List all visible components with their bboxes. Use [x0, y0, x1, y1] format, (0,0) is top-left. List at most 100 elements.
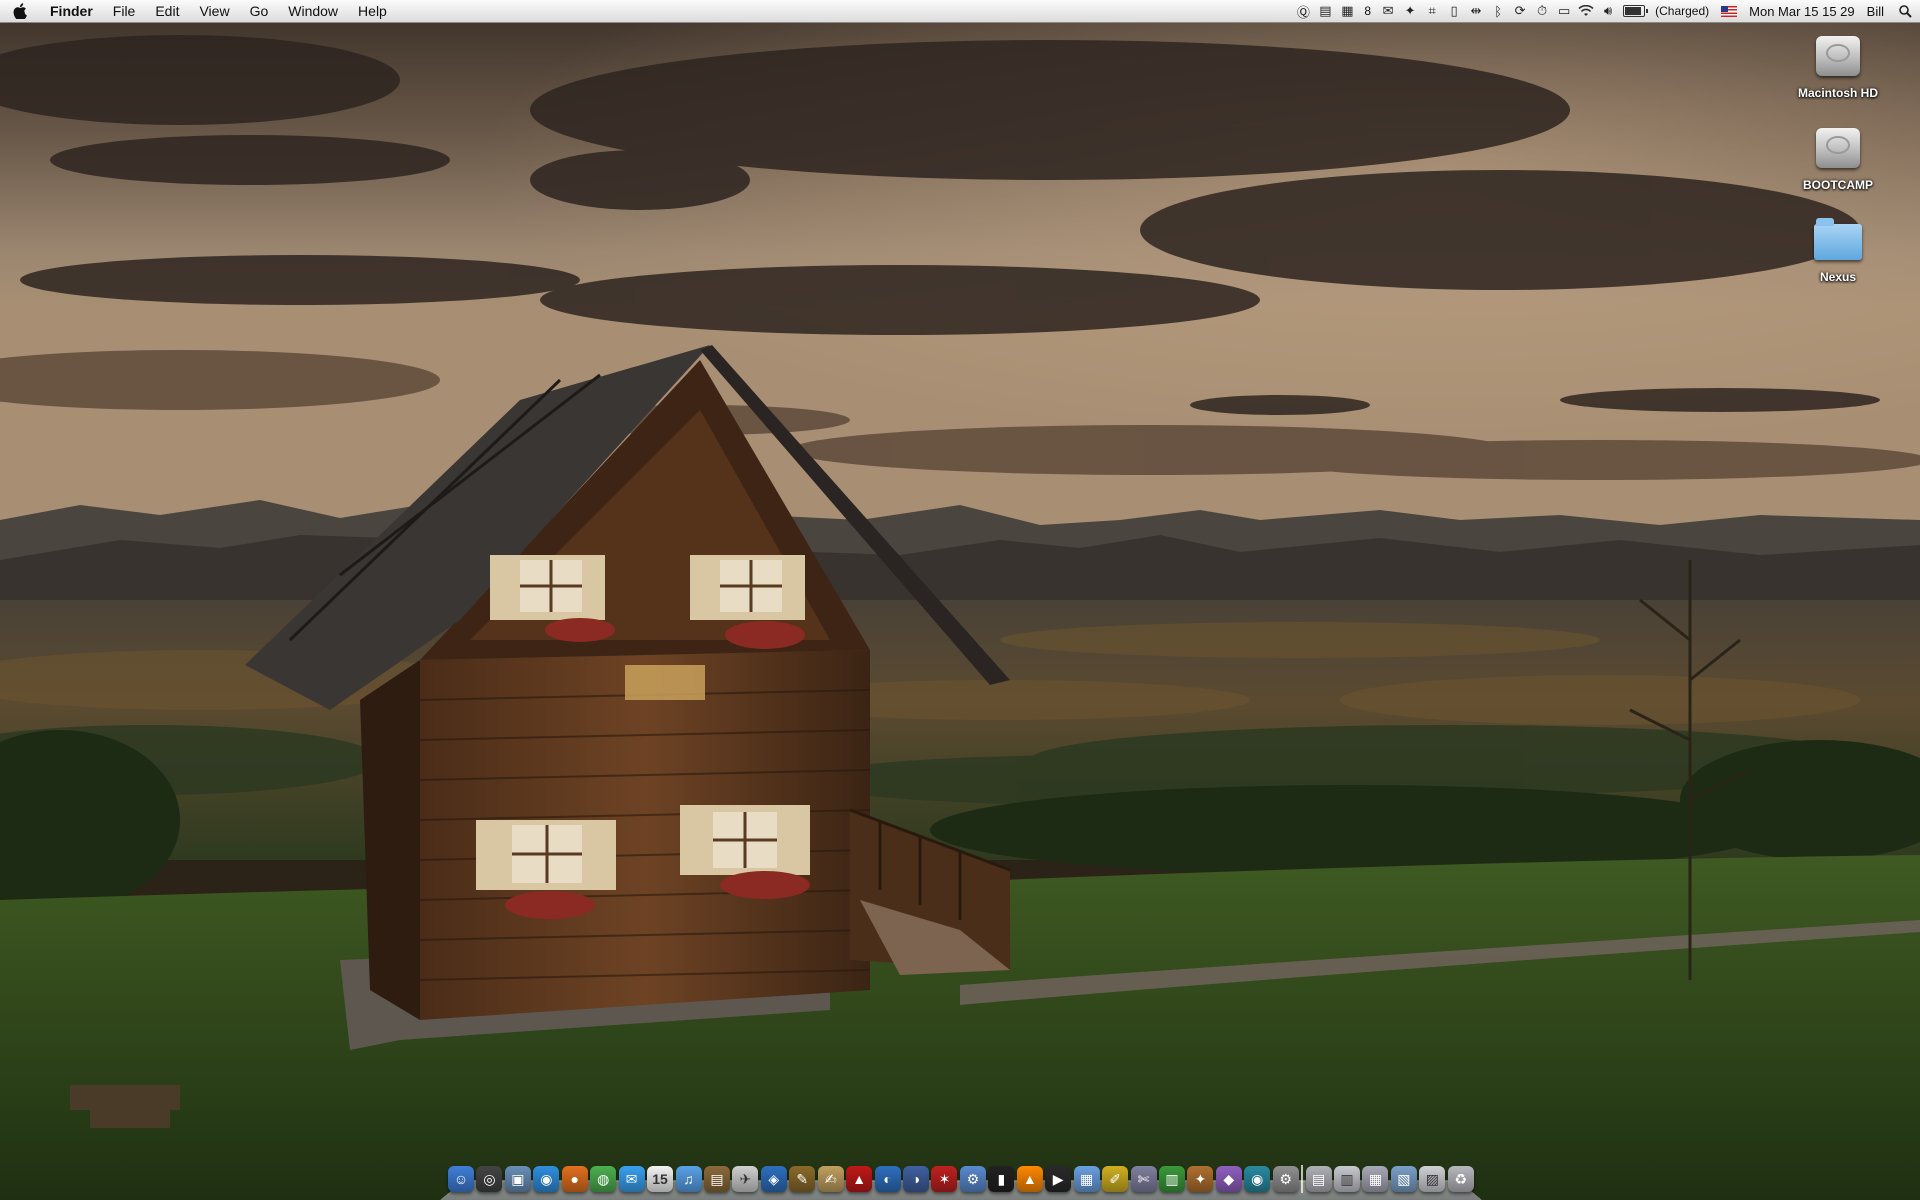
input-source-flag-icon[interactable]: [1721, 5, 1738, 17]
time-machine-icon[interactable]: ⏱: [1531, 0, 1553, 22]
stack-files-icon[interactable]: ▥: [1334, 1166, 1360, 1192]
notes-icon[interactable]: ✐: [1102, 1166, 1129, 1192]
dock-glyph: ▲: [1022, 1171, 1037, 1187]
dock-glyph: ▣: [511, 1170, 525, 1187]
menu-file[interactable]: File: [103, 0, 146, 22]
vlc-cone-icon[interactable]: ▲: [1016, 1166, 1043, 1192]
utility-icon[interactable]: ✎: [789, 1166, 816, 1192]
dock-glyph: ◉: [1251, 1170, 1264, 1187]
dock-glyph: ✄: [1137, 1170, 1150, 1187]
stack-folder-icon[interactable]: ▦: [1362, 1166, 1389, 1192]
menu-clock[interactable]: Mon Mar 15 15 29: [1743, 4, 1861, 19]
ichat-icon[interactable]: ✉: [618, 1166, 645, 1192]
dock-glyph: ✎: [796, 1170, 809, 1187]
earth-icon[interactable]: ◐: [874, 1166, 901, 1192]
dock-icons: ☺ ◎ ▣ ◉ ● ◍ ✉ 15 ♫ ▤ ✈ ◈ ✎ ✍ ▲ ◐ ◑ ✶ ⚙ ▮ ▲ ▶ ▦ ✐ ✄ ▥ ✦ ◆ ◉ ⚙ ▤ ▥ ▦ ▧ ▨ ♻: [448, 1162, 1474, 1196]
status-menus: Ⓠ ▤ ▦ 8 ✉ ✦ ⌗ ▯ ⇹ ᛒ ⟳ ⏱ ▭ 🔊︎ (Charged) M…: [1292, 0, 1920, 22]
dock-glyph: ◆: [1223, 1170, 1235, 1187]
user-menu[interactable]: Bill: [1861, 4, 1890, 19]
dashboard-icon[interactable]: ◎: [476, 1166, 503, 1192]
itunes-icon[interactable]: ♫: [675, 1166, 702, 1192]
tools-icon[interactable]: ✄: [1130, 1166, 1157, 1192]
app-red-icon[interactable]: ✶: [931, 1166, 958, 1192]
desktop-wallpaper: [0, 0, 1920, 1200]
dock-glyph: ⚙: [1279, 1170, 1292, 1187]
volume-icon[interactable]: 🔊︎: [1597, 0, 1619, 22]
desktop-icon-label: BOOTCAMP: [1803, 178, 1873, 192]
monitor-icon[interactable]: ⌗: [1421, 0, 1443, 22]
twitter-bird-icon[interactable]: ✦: [1399, 0, 1421, 22]
menu-edit[interactable]: Edit: [145, 0, 189, 22]
spotlight-search-icon[interactable]: [1890, 0, 1920, 22]
safari-icon[interactable]: ◉: [533, 1166, 560, 1192]
world-icon[interactable]: ◑: [903, 1166, 929, 1192]
prefs-icon[interactable]: ⚙: [1272, 1166, 1299, 1192]
acrobat-icon[interactable]: ▲: [846, 1166, 873, 1192]
wifi-icon[interactable]: [1575, 0, 1597, 22]
desktop-icon-label: Macintosh HD: [1797, 86, 1878, 100]
dock-glyph: ▦: [1080, 1170, 1094, 1187]
dock-toggle-icon[interactable]: ▯: [1443, 0, 1465, 22]
dock-glyph: ▮: [997, 1170, 1006, 1187]
dock-separator: [1301, 1165, 1304, 1193]
dock-glyph: ▶: [1052, 1170, 1064, 1187]
trash-icon[interactable]: ♻: [1447, 1166, 1474, 1192]
ical-icon[interactable]: 15: [647, 1166, 674, 1192]
bluetooth-icon[interactable]: ᛒ: [1487, 0, 1509, 22]
dock-glyph: ✐: [1109, 1170, 1121, 1187]
desktop-icon-label: Nexus: [1819, 270, 1857, 284]
menu-help[interactable]: Help: [348, 0, 397, 22]
movie-icon[interactable]: ▶: [1045, 1166, 1072, 1192]
menu-window[interactable]: Window: [278, 0, 348, 22]
dock-glyph: ◍: [597, 1170, 610, 1187]
hard-drive-icon: [1811, 120, 1865, 174]
dock-glyph: ▥: [1340, 1170, 1354, 1187]
dock-glyph: ♫: [683, 1171, 694, 1187]
document-icon[interactable]: ▦: [1073, 1166, 1100, 1192]
dock-glyph: ✶: [938, 1170, 951, 1187]
folder-icon: [1811, 212, 1865, 266]
apple-icon[interactable]: [0, 3, 40, 19]
battery-icon[interactable]: [1623, 5, 1649, 17]
menu-go[interactable]: Go: [240, 0, 279, 22]
resize-icon[interactable]: ⇹: [1465, 0, 1487, 22]
vlc-icon[interactable]: ◈: [760, 1166, 787, 1192]
calendar-menu-icon[interactable]: ▦: [1336, 0, 1358, 22]
display-icon[interactable]: ▭: [1553, 0, 1575, 22]
dock: ☺ ◎ ▣ ◉ ● ◍ ✉ 15 ♫ ▤ ✈ ◈ ✎ ✍ ▲ ◐ ◑ ✶ ⚙ ▮ ▲ ▶ ▦ ✐ ✄ ▥ ✦ ◆ ◉ ⚙ ▤ ▥ ▦ ▧ ▨ ♻: [440, 1162, 1482, 1200]
desktop-icon-bootcamp[interactable]: BOOTCAMP: [1783, 120, 1893, 192]
skype-icon[interactable]: ✈: [732, 1166, 759, 1192]
stack-documents-icon[interactable]: ▤: [1305, 1166, 1332, 1192]
menu-app-finder[interactable]: Finder: [40, 0, 103, 22]
sync-icon[interactable]: ⟳: [1509, 0, 1531, 22]
image-icon[interactable]: ◆: [1215, 1166, 1242, 1192]
finder-icon[interactable]: ☺: [448, 1166, 474, 1192]
desktop-icon-macintosh-hd[interactable]: Macintosh HD: [1783, 28, 1893, 100]
menu-bar: Finder File Edit View Go Window Help Ⓠ ▤…: [0, 0, 1920, 23]
dock-glyph: ▨: [1425, 1170, 1439, 1187]
firefox-icon[interactable]: ●: [561, 1166, 588, 1192]
quicksilver-icon[interactable]: Ⓠ: [1292, 0, 1314, 22]
notes-menu-icon[interactable]: ▤: [1314, 0, 1336, 22]
activity-icon[interactable]: ▥: [1158, 1166, 1185, 1192]
battery-status: (Charged): [1655, 4, 1710, 18]
textedit-icon[interactable]: ✍: [817, 1166, 844, 1192]
dock-glyph: ▤: [1311, 1170, 1326, 1187]
desktop[interactable]: Finder File Edit View Go Window Help Ⓠ ▤…: [0, 0, 1920, 1200]
menu-view[interactable]: View: [189, 0, 239, 22]
hard-drive-icon: [1811, 28, 1865, 82]
dock-glyph: ●: [570, 1171, 579, 1187]
globe-icon[interactable]: ◉: [1244, 1166, 1271, 1192]
dock-glyph: ◈: [768, 1170, 780, 1187]
preview-icon[interactable]: ▣: [504, 1166, 531, 1192]
stack-pictures-icon[interactable]: ▧: [1390, 1166, 1417, 1192]
stack-downloads-icon[interactable]: ▨: [1419, 1166, 1446, 1192]
mail-icon[interactable]: ✉: [1377, 0, 1399, 22]
terminal-icon[interactable]: ▮: [988, 1166, 1015, 1192]
system-icon[interactable]: ⚙: [959, 1166, 986, 1192]
stamp-icon[interactable]: ✦: [1187, 1166, 1214, 1192]
chrome-icon[interactable]: ◍: [590, 1166, 617, 1192]
iphoto-icon[interactable]: ▤: [703, 1166, 730, 1192]
dock-glyph: ▦: [1368, 1170, 1383, 1187]
desktop-icon-nexus[interactable]: Nexus: [1783, 212, 1893, 284]
